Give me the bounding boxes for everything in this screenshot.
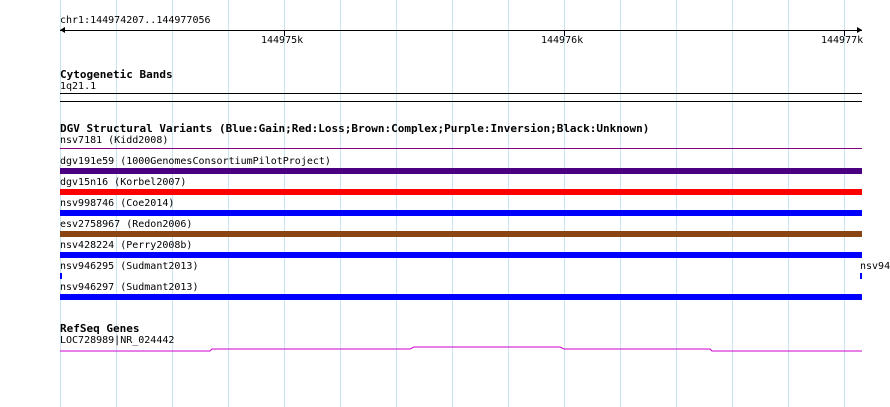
track-title-refseq: RefSeq Genes bbox=[60, 322, 140, 335]
cytoband-label: 1q21.1 bbox=[60, 81, 97, 92]
variant-feature-dgv191e59[interactable] bbox=[60, 168, 862, 174]
variant-label-clipped: nsv94 bbox=[860, 261, 890, 272]
variant-feature-esv2758967[interactable] bbox=[60, 231, 862, 237]
variant-label: esv2758967 (Redon2006) bbox=[60, 219, 193, 230]
variant-feature-nsv946297[interactable] bbox=[60, 294, 862, 300]
ruler-tick-label: 144976k bbox=[541, 35, 584, 46]
track-title-dgv: DGV Structural Variants (Blue:Gain;Red:L… bbox=[60, 122, 650, 135]
variant-label: nsv946295 (Sudmant2013) bbox=[60, 261, 199, 272]
cytoband-feature[interactable] bbox=[60, 93, 862, 102]
variant-feature-nsv7181[interactable] bbox=[60, 148, 862, 149]
variant-label: nsv946297 (Sudmant2013) bbox=[60, 282, 199, 293]
ruler-tick-label: 144975k bbox=[261, 35, 304, 46]
ruler-right-arrow-icon bbox=[857, 27, 862, 33]
track-title-cytobands: Cytogenetic Bands bbox=[60, 68, 173, 81]
gene-intron-line bbox=[60, 346, 862, 352]
variant-label: nsv7181 (Kidd2008) bbox=[60, 135, 169, 146]
variant-feature-nsv946295-left[interactable] bbox=[60, 273, 62, 279]
ruler[interactable] bbox=[60, 26, 862, 46]
ruler-left-arrow-icon bbox=[60, 27, 65, 33]
ruler-tick-label: 144977k bbox=[821, 35, 864, 46]
variant-feature-dgv15n16[interactable] bbox=[60, 189, 862, 195]
variant-feature-nsv428224[interactable] bbox=[60, 252, 862, 258]
ruler-line bbox=[60, 30, 862, 31]
variant-feature-nsv998746[interactable] bbox=[60, 210, 862, 216]
variant-label: dgv15n16 (Korbel2007) bbox=[60, 177, 187, 188]
variant-feature-nsv946295-right[interactable] bbox=[860, 273, 862, 279]
variant-label: nsv998746 (Coe2014) bbox=[60, 198, 175, 209]
gene-feature-loc728989[interactable] bbox=[60, 344, 862, 354]
variant-label: nsv428224 (Perry2008b) bbox=[60, 240, 193, 251]
variant-label: dgv191e59 (1000GenomesConsortiumPilotPro… bbox=[60, 156, 331, 167]
